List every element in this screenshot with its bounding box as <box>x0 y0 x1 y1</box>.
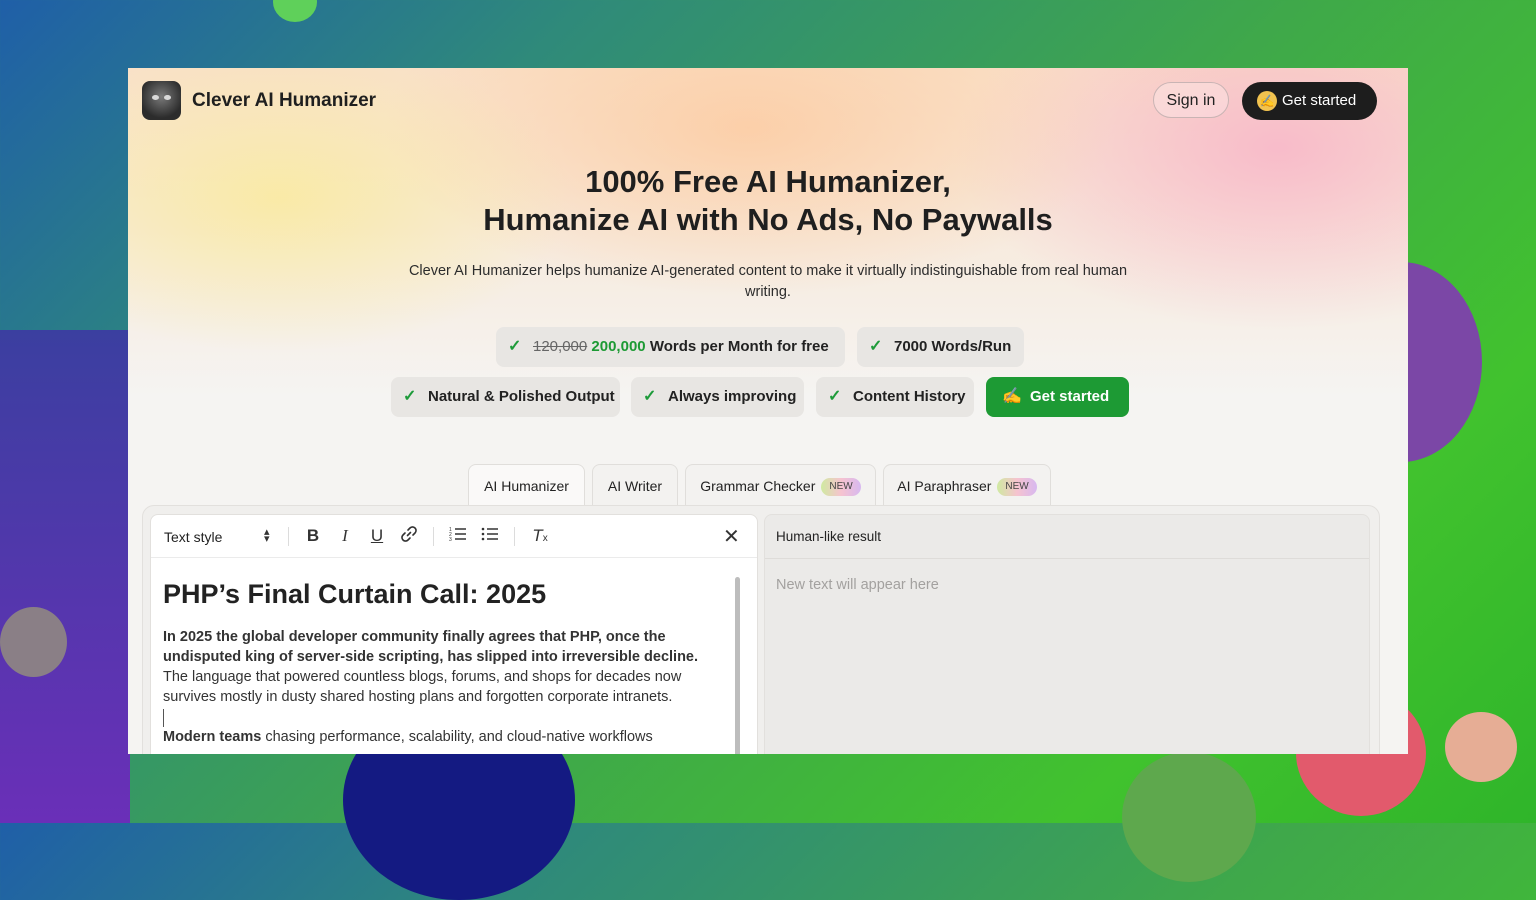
logo-eye <box>164 95 171 100</box>
tab-ai-humanizer[interactable]: AI Humanizer <box>468 464 585 506</box>
text-cursor <box>163 709 164 727</box>
tab-ai-writer[interactable]: AI Writer <box>592 464 678 506</box>
browser-page: Clever AI Humanizer Sign in ✍ Get starte… <box>128 68 1408 754</box>
top-navigation: Clever AI Humanizer Sign in ✍ Get starte… <box>128 68 1408 134</box>
old-word-limit: 120,000 <box>533 338 588 355</box>
paragraph-text: The language that powered countless blog… <box>163 669 682 705</box>
hero-subtitle: Clever AI Humanizer helps humanize AI-ge… <box>408 263 1128 300</box>
new-word-limit: 200,000 <box>591 338 646 355</box>
desktop-background <box>0 330 130 823</box>
sign-in-button[interactable]: Sign in <box>1153 82 1229 118</box>
clear-format-icon[interactable]: Tx <box>529 525 551 547</box>
tab-grammar-checker[interactable]: Grammar Checker NEW <box>685 464 876 506</box>
word-limit-suffix: Words per Month for free <box>649 338 829 355</box>
logo-eye <box>152 95 159 100</box>
bg-circle <box>273 0 317 22</box>
result-header: Human-like result <box>765 515 1369 559</box>
document-title: PHP’s Final Curtain Call: 2025 <box>163 579 547 609</box>
writing-hand-icon: ✍ <box>1257 91 1277 111</box>
editor-toolbar: Text style ▴ ▾ B I U 123 Tx ✕ <box>151 515 757 558</box>
tab-ai-paraphraser[interactable]: AI Paraphraser NEW <box>883 464 1051 506</box>
brand-name[interactable]: Clever AI Humanizer <box>192 90 376 112</box>
editor-scrollbar[interactable] <box>735 577 740 754</box>
feature-always-improving: ✓ Always improving <box>631 377 804 417</box>
feature-label: Always improving <box>668 388 797 405</box>
editor-content[interactable]: PHP’s Final Curtain Call: 2025 In 2025 t… <box>163 577 723 747</box>
bullet-list-icon[interactable] <box>479 525 501 547</box>
feature-label: Natural & Polished Output <box>428 388 615 405</box>
tab-label: Grammar Checker <box>700 478 816 494</box>
check-icon: ✓ <box>508 338 522 355</box>
italic-icon[interactable]: I <box>334 525 356 547</box>
hero-title-line1: 100% Free AI Humanizer, <box>585 164 951 199</box>
ordered-list-icon[interactable]: 123 <box>447 525 469 547</box>
paragraph: Modern teams chasing performance, scalab… <box>163 727 723 747</box>
feature-words-per-run: ✓ 7000 Words/Run <box>857 327 1024 367</box>
paragraph-bold: In 2025 the global developer community f… <box>163 629 699 665</box>
text-style-select[interactable]: Text style <box>164 529 222 545</box>
new-badge: NEW <box>821 478 861 497</box>
logo-icon[interactable] <box>142 81 181 120</box>
get-started-header-button[interactable]: ✍ Get started <box>1242 82 1377 120</box>
tab-label: AI Writer <box>607 478 663 494</box>
toolbar-divider <box>288 527 289 546</box>
feature-words-per-month: ✓ 120,000 200,000 Words per Month for fr… <box>496 327 845 367</box>
toolbar-divider <box>433 527 434 546</box>
svg-text:3: 3 <box>449 537 452 543</box>
result-placeholder: New text will appear here <box>776 577 939 593</box>
input-editor[interactable]: Text style ▴ ▾ B I U 123 Tx ✕ PHP’s Final… <box>150 514 758 754</box>
result-title: Human-like result <box>776 529 882 544</box>
feature-label: Content History <box>853 388 966 405</box>
select-arrows-icon: ▴ ▾ <box>264 526 270 545</box>
link-icon[interactable] <box>398 525 420 547</box>
result-panel: Human-like result New text will appear h… <box>764 514 1370 754</box>
bg-circle <box>1445 712 1517 782</box>
feature-label: 7000 Words/Run <box>894 338 1012 355</box>
feature-natural-output: ✓ Natural & Polished Output <box>391 377 620 417</box>
paragraph: In 2025 the global developer community f… <box>163 627 723 707</box>
underline-icon[interactable]: U <box>366 525 388 547</box>
paragraph-text: chasing performance, scalability, and cl… <box>265 729 653 745</box>
toolbar-divider <box>514 527 515 546</box>
hero-title-line2: Humanize AI with No Ads, No Paywalls <box>483 202 1053 237</box>
writing-hand-icon: ✍️ <box>1002 388 1022 405</box>
check-icon: ✓ <box>828 388 842 405</box>
get-started-label: Get started <box>1282 92 1357 109</box>
tab-label: AI Humanizer <box>484 478 569 494</box>
check-icon: ✓ <box>643 388 657 405</box>
paragraph-bold: Modern teams <box>163 729 262 745</box>
check-icon: ✓ <box>403 388 417 405</box>
bg-circle <box>0 607 67 677</box>
feature-content-history: ✓ Content History <box>816 377 974 417</box>
new-badge: NEW <box>997 478 1037 497</box>
bold-icon[interactable]: B <box>302 525 324 547</box>
close-icon[interactable]: ✕ <box>723 524 740 549</box>
bg-circle <box>1122 752 1256 882</box>
tab-label: AI Paraphraser <box>897 478 992 494</box>
cta-label: Get started <box>1030 388 1110 405</box>
check-icon: ✓ <box>869 338 883 355</box>
get-started-cta-button[interactable]: ✍️ Get started <box>986 377 1129 417</box>
